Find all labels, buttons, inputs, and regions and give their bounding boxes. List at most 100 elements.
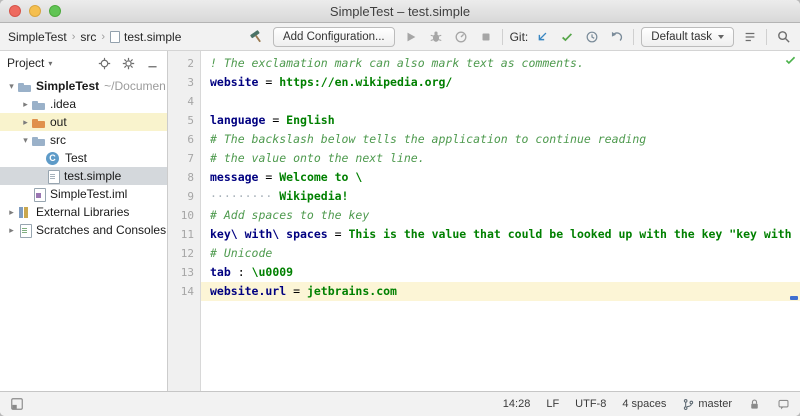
inspections-status-icon[interactable] [784,54,797,70]
line-number[interactable]: 10 [168,206,201,225]
editor-line[interactable]: 13tab : \u0009 [168,263,800,282]
toolbar-separator [766,29,767,45]
breadcrumb-separator: › [70,31,78,43]
hide-panel-icon[interactable] [144,55,160,71]
code-text: website = https://en.wikipedia.org/ [201,73,800,92]
search-icon[interactable] [774,28,792,46]
tree-item-simpletest-iml[interactable]: SimpleTest.iml [0,185,167,203]
select-opened-file-icon[interactable] [96,55,112,71]
vcs-update-icon[interactable] [533,28,551,46]
breadcrumb-item-src[interactable]: src [80,30,96,44]
file-icon [110,31,120,43]
git-branch-icon [682,398,695,411]
code-segment-plain: = [286,284,307,298]
tree-item-test[interactable]: Test [0,149,167,167]
editor[interactable]: 2! The exclamation mark can also mark te… [168,51,800,391]
tasks-list-icon[interactable] [741,28,759,46]
tree-expand-arrow-icon[interactable]: ▸ [6,225,17,236]
project-panel-title[interactable]: Project ▾ [7,56,52,70]
editor-line[interactable]: 10# Add spaces to the key [168,206,800,225]
default-task-dropdown[interactable]: Default task [641,27,734,47]
editor-line[interactable]: 2! The exclamation mark can also mark te… [168,54,800,73]
project-panel: Project ▾ ▾SimpleTest~/Documen▸.idea▸out… [0,51,168,391]
ide-window: SimpleTest – test.simple SimpleTest›src›… [0,0,800,416]
tree-expand-arrow-icon[interactable]: ▾ [6,81,17,92]
tree-item-label: SimpleTest.iml [50,187,127,201]
line-separator-widget[interactable]: LF [546,398,559,410]
code-segment-comment: # The backslash below tells the applicat… [210,132,646,146]
tree-item-simpletest[interactable]: ▾SimpleTest~/Documen [0,77,167,95]
navigation-bar: SimpleTest›src›test.simple Add Configura… [0,23,800,51]
tree-expand-arrow-icon[interactable]: ▸ [20,117,31,128]
profiler-icon[interactable] [452,28,470,46]
tree-item-out[interactable]: ▸out [0,113,167,131]
line-number[interactable]: 2 [168,54,201,73]
zoom-window-button[interactable] [49,5,61,17]
line-number[interactable]: 9 [168,187,201,206]
line-number[interactable]: 6 [168,130,201,149]
indent-widget[interactable]: 4 spaces [622,398,666,410]
tree-expand-arrow-icon[interactable]: ▸ [20,99,31,110]
tree-expand-arrow-icon[interactable]: ▾ [20,135,31,146]
editor-line[interactable]: 5language = English [168,111,800,130]
editor-line[interactable]: 3website = https://en.wikipedia.org/ [168,73,800,92]
code-segment-value: jetbrains.com [307,284,397,298]
editor-line[interactable]: 6 # The backslash below tells the applica… [168,130,800,149]
line-number[interactable]: 3 [168,73,201,92]
editor-line[interactable]: 14website.url = jetbrains.com [168,282,800,301]
code-text: website.url = jetbrains.com [201,282,800,301]
run-icon[interactable] [402,28,420,46]
line-number[interactable]: 7 [168,149,201,168]
line-number[interactable]: 11 [168,225,201,244]
tree-item-test-simple[interactable]: test.simple [0,167,167,185]
vcs-history-icon[interactable] [583,28,601,46]
excluded-folder-icon [31,115,46,130]
code-segment-value: Welcome to \ [279,170,362,184]
simple-file-icon [45,169,60,184]
breadcrumb-item-simpletest[interactable]: SimpleTest [8,30,67,44]
encoding-widget[interactable]: UTF-8 [575,398,606,410]
vcs-rollback-icon[interactable] [608,28,626,46]
line-number[interactable]: 14 [168,282,201,301]
code-text: key\ with\ spaces = This is the value th… [201,225,800,244]
libraries-icon [17,205,32,220]
tree-item-label: External Libraries [36,205,129,219]
tree-item-idea[interactable]: ▸.idea [0,95,167,113]
lock-icon[interactable] [748,398,761,411]
toolbar-actions: Add Configuration... Git: [248,27,792,47]
tree-expand-arrow-icon[interactable]: ▸ [6,207,17,218]
code-segment-value: English [286,113,334,127]
line-number[interactable]: 12 [168,244,201,263]
minimize-window-button[interactable] [29,5,41,17]
default-task-label: Default task [651,31,712,43]
vcs-commit-icon[interactable] [558,28,576,46]
add-configuration-button[interactable]: Add Configuration... [273,27,395,47]
settings-gear-icon[interactable] [120,55,136,71]
editor-line[interactable]: 12# Unicode [168,244,800,263]
editor-line[interactable]: 11key\ with\ spaces = This is the value … [168,225,800,244]
editor-line[interactable]: 8message = Welcome to \ [168,168,800,187]
notifications-icon[interactable] [777,398,790,411]
tree-item-external-libraries[interactable]: ▸ External Libraries [0,203,167,221]
git-branch-widget[interactable]: master [682,398,732,411]
build-hammer-icon[interactable] [248,28,266,46]
editor-line[interactable]: 9········· Wikipedia! [168,187,800,206]
tree-item-label: SimpleTest [36,79,99,93]
line-number[interactable]: 5 [168,111,201,130]
class-icon [46,152,59,165]
caret-position-widget[interactable]: 14:28 [503,398,531,410]
editor-line[interactable]: 7# the value onto the next line. [168,149,800,168]
code-text: message = Welcome to \ [201,168,800,187]
tool-window-switcher-icon[interactable] [10,397,24,411]
line-number[interactable]: 13 [168,263,201,282]
tree-item-src[interactable]: ▾src [0,131,167,149]
debug-icon[interactable] [427,28,445,46]
close-window-button[interactable] [9,5,21,17]
breadcrumb-item-test-simple[interactable]: test.simple [110,30,181,44]
tree-item-scratches-and-consoles[interactable]: ▸Scratches and Consoles [0,221,167,239]
editor-line[interactable]: 4 [168,92,800,111]
line-number[interactable]: 4 [168,92,201,111]
stop-icon[interactable] [477,28,495,46]
breadcrumb-label: src [80,30,96,44]
line-number[interactable]: 8 [168,168,201,187]
